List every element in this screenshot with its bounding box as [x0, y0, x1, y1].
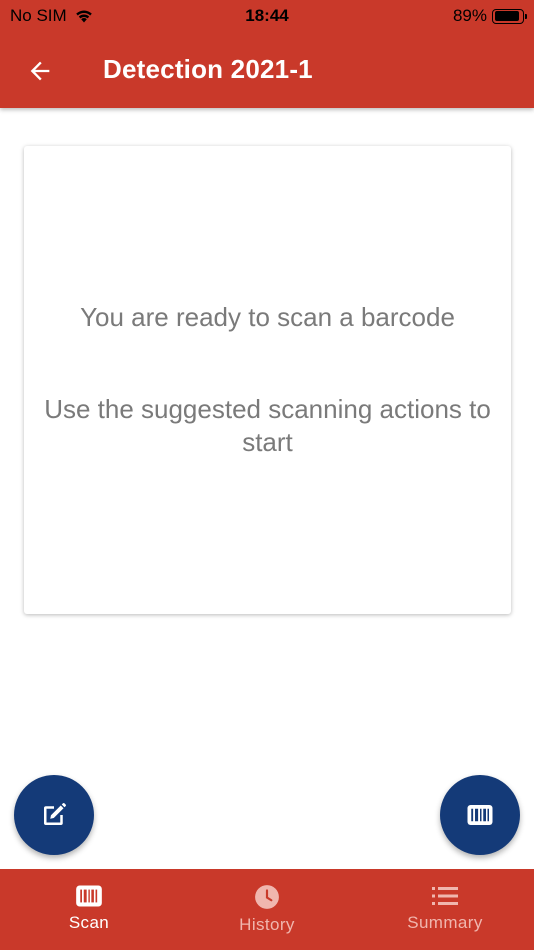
tab-summary[interactable]: Summary [356, 869, 534, 950]
barcode-icon [76, 885, 102, 907]
arrow-left-icon [30, 61, 50, 81]
barcode-icon [467, 805, 493, 825]
tab-history[interactable]: History [178, 869, 356, 950]
manual-entry-button[interactable] [14, 775, 94, 855]
tab-scan[interactable]: Scan [0, 869, 178, 950]
tab-summary-label: Summary [407, 913, 483, 932]
list-icon [432, 887, 458, 905]
battery-icon [492, 8, 527, 24]
top-bar: No SIM 18:44 89% Detection 2021-1 [0, 0, 534, 108]
battery-percent: 89% [452, 6, 487, 25]
status-bar: No SIM 18:44 89% [0, 0, 534, 34]
app-bar: Detection 2021-1 [0, 34, 534, 108]
battery-fill [494, 11, 519, 21]
page-title: Detection 2021-1 [103, 54, 313, 84]
scan-barcode-button[interactable] [440, 775, 520, 855]
clock-icon [255, 885, 279, 909]
battery-indicator: 89% [452, 6, 527, 26]
bottom-navigation: Scan History Summary [0, 869, 534, 950]
back-button[interactable] [22, 53, 58, 89]
ready-message: You are ready to scan a barcode [80, 302, 455, 332]
tab-history-label: History [239, 915, 295, 934]
tab-scan-label: Scan [68, 913, 110, 932]
scan-status-card: You are ready to scan a barcode Use the … [24, 146, 511, 614]
hint-message: Use the suggested scanning actions to st… [44, 394, 491, 457]
edit-icon [44, 803, 66, 825]
